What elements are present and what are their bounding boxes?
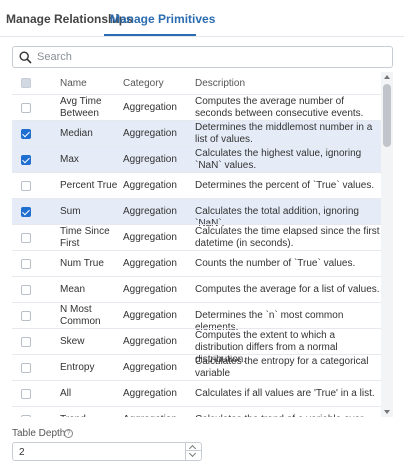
tab-bar: Manage Relationships Manage Primitives — [0, 0, 404, 37]
row-name: Max — [60, 154, 79, 165]
row-category: Aggregation — [123, 310, 177, 321]
table-row[interactable]: All Aggregation Calculates if all values a… — [12, 380, 381, 406]
row-checkbox[interactable] — [21, 415, 31, 417]
increment-chevron-up-icon[interactable] — [186, 443, 201, 451]
table-depth-input[interactable]: 2 — [12, 442, 202, 461]
row-description: Calculates the highest value, ignoring `… — [195, 148, 362, 171]
row-category: Aggregation — [123, 128, 177, 139]
scroll-down-arrow-icon[interactable] — [381, 407, 393, 417]
table-row[interactable]: Skew Aggregation Computes the extent to wh… — [12, 328, 381, 365]
row-description: Determines the percent of `True` values. — [195, 180, 375, 191]
row-checkbox[interactable] — [21, 207, 31, 217]
row-checkbox[interactable] — [21, 337, 31, 347]
table-scrollbar[interactable] — [381, 72, 393, 417]
row-name: Percent True — [60, 180, 118, 191]
row-checkbox[interactable] — [21, 389, 31, 399]
table-row[interactable]: Time Since First Aggregation Calculates th… — [12, 224, 381, 250]
row-category: Aggregation — [123, 388, 177, 399]
search-icon — [19, 51, 32, 64]
row-category: Aggregation — [123, 362, 177, 373]
row-category: Aggregation — [123, 336, 177, 347]
row-checkbox[interactable] — [21, 363, 31, 373]
row-name: Skew — [60, 336, 85, 347]
table-row[interactable]: Max Aggregation Calculates the highest val… — [12, 146, 381, 172]
row-description: Counts the number of `True` values. — [195, 258, 356, 269]
table-body: Avg Time Between Aggregation Computes the … — [12, 94, 381, 417]
table-row[interactable]: Entropy Aggregation Calculates the entropy… — [12, 354, 381, 380]
row-name: Entropy — [60, 362, 95, 373]
column-header-description[interactable]: Description — [195, 78, 245, 89]
row-name: All — [60, 388, 72, 399]
table-header: Name Category Description — [12, 72, 381, 94]
table-depth-value: 2 — [19, 447, 25, 458]
row-category: Aggregation — [123, 284, 177, 295]
row-checkbox[interactable] — [21, 129, 31, 139]
row-checkbox[interactable] — [21, 259, 31, 269]
row-name: Num True — [60, 258, 104, 269]
search-input[interactable] — [37, 49, 387, 65]
table-row[interactable]: Percent True Aggregation Determines the pe… — [12, 172, 381, 198]
search-box — [12, 46, 393, 68]
scroll-up-arrow-icon[interactable] — [381, 72, 393, 82]
tab-manage-primitives[interactable]: Manage Primitives — [110, 12, 215, 26]
row-category: Aggregation — [123, 414, 193, 417]
row-description: Calculates the trend of a variable over … — [195, 414, 381, 417]
row-name: Time Since First — [60, 226, 110, 249]
row-category: Aggregation — [123, 180, 177, 191]
active-tab-indicator — [104, 34, 196, 36]
select-all-checkbox[interactable] — [21, 78, 31, 88]
row-checkbox[interactable] — [21, 285, 31, 295]
decrement-chevron-down-icon[interactable] — [186, 451, 201, 459]
row-checkbox[interactable] — [21, 233, 31, 243]
row-name: Mean — [60, 284, 86, 295]
row-category: Aggregation — [123, 154, 177, 165]
row-description: Computes the average for a list of value… — [195, 284, 380, 295]
table-row[interactable]: Mean Aggregation Computes the average for … — [12, 276, 381, 302]
row-name: Trend — [60, 414, 120, 417]
row-category: Aggregation — [123, 206, 177, 217]
table-row[interactable]: Avg Time Between Aggregation Computes the … — [12, 94, 381, 120]
row-checkbox[interactable] — [21, 155, 31, 165]
row-checkbox[interactable] — [21, 181, 31, 191]
row-category: Aggregation — [123, 102, 177, 113]
row-description: Computes the average number of seconds b… — [195, 96, 364, 119]
table-row[interactable]: Num True Aggregation Counts the number of … — [12, 250, 381, 276]
table-row[interactable]: TrendAggregationCalculates the trend of … — [12, 406, 381, 417]
row-category: Aggregation — [123, 232, 177, 243]
row-description: Calculates the time elapsed since the fi… — [195, 226, 380, 249]
column-header-category[interactable]: Category — [123, 78, 164, 89]
row-description: Calculates the entropy for a categorical… — [195, 356, 369, 379]
row-name: Sum — [60, 206, 81, 217]
table-row[interactable]: Sum Aggregation Calculates the total addit… — [12, 198, 381, 229]
table-row[interactable]: Median Aggregation Determines the middlemo… — [12, 120, 381, 146]
row-description: Calculates if all values are 'True' in a… — [195, 388, 375, 399]
primitives-table: Name Category Description Avg Time Betwe… — [12, 72, 393, 417]
scrollbar-thumb[interactable] — [383, 84, 391, 147]
row-checkbox[interactable] — [21, 311, 31, 321]
row-name: N Most Common — [60, 304, 101, 327]
row-category: Aggregation — [123, 258, 177, 269]
table-row[interactable]: N Most Common Aggregation Determines the `… — [12, 302, 381, 333]
table-depth-label: Table Depth — [12, 428, 66, 439]
row-name: Avg Time Between — [60, 96, 102, 119]
table-depth-stepper — [185, 443, 201, 460]
row-checkbox[interactable] — [21, 103, 31, 113]
help-icon[interactable]: ? — [64, 429, 73, 438]
row-name: Median — [60, 128, 93, 139]
column-header-name[interactable]: Name — [60, 78, 87, 89]
row-description: Determines the middlemost number in a li… — [195, 122, 373, 145]
